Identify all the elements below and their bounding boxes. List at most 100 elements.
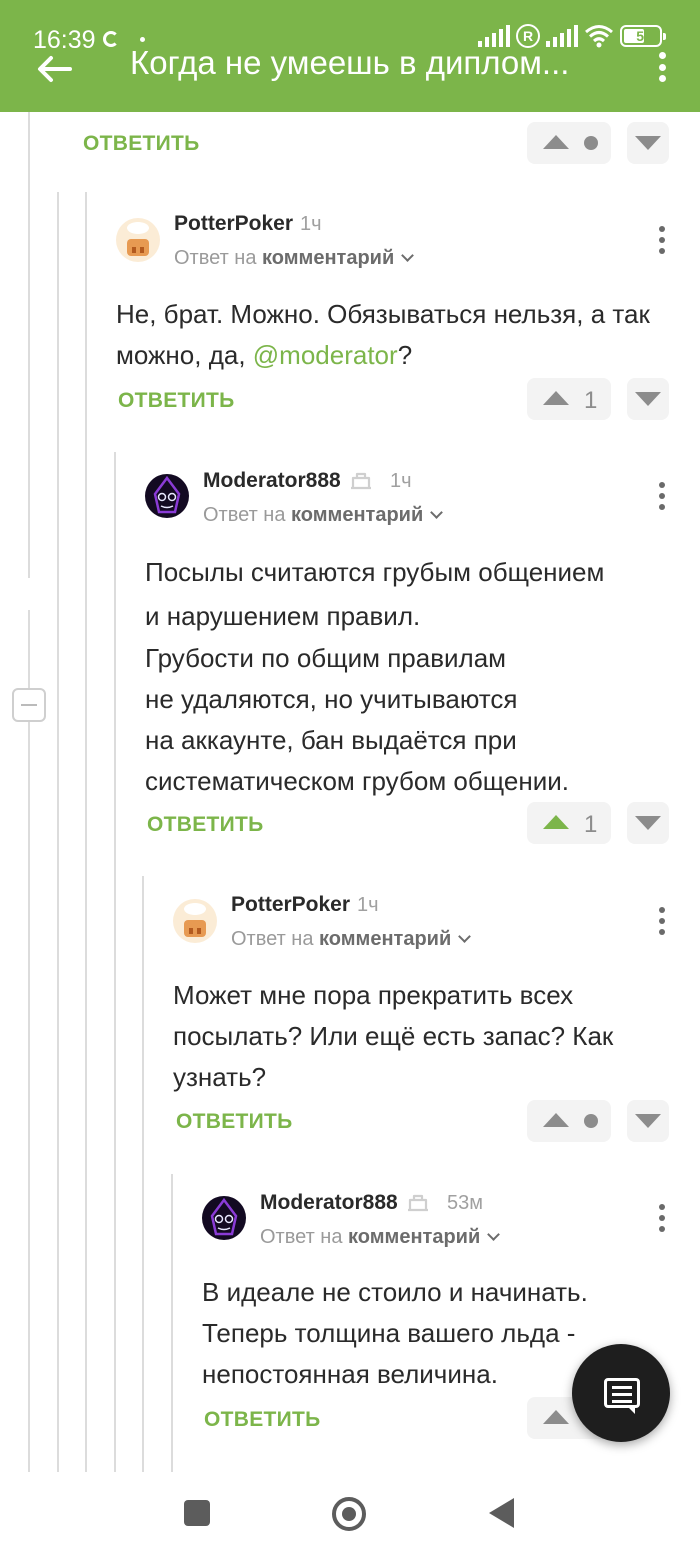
upvote-button[interactable] bbox=[527, 122, 611, 164]
comment-text: Посылы считаются грубым общением и наруш… bbox=[145, 550, 685, 802]
comment-author[interactable]: Moderator888 bbox=[203, 469, 341, 493]
comment-time: 1ч bbox=[390, 470, 412, 492]
reply-to-prefix: Ответ на bbox=[203, 504, 286, 526]
rating-value: 1 bbox=[584, 811, 598, 838]
collapse-thread-button[interactable] bbox=[12, 688, 46, 722]
rating-dot bbox=[584, 1114, 598, 1128]
comment-icon bbox=[604, 1378, 640, 1414]
arrow-up-icon bbox=[543, 391, 569, 405]
battery-level: 54 bbox=[636, 28, 652, 44]
avatar[interactable] bbox=[202, 1196, 246, 1240]
chevron-down-icon bbox=[401, 249, 415, 262]
thread-line bbox=[142, 876, 144, 1472]
comment-time: 53м bbox=[447, 1192, 483, 1214]
reply-to-prefix: Ответ на bbox=[260, 1226, 343, 1248]
status-time: 16:39 bbox=[33, 26, 96, 54]
comment-line: систематическом грубом общении. bbox=[145, 766, 569, 796]
avatar[interactable] bbox=[116, 218, 160, 262]
reply-button[interactable]: ОТВЕТИТЬ bbox=[147, 813, 264, 837]
comment-menu-icon[interactable] bbox=[659, 482, 667, 510]
arrow-up-icon bbox=[543, 1410, 569, 1424]
vote-up-box: 1 bbox=[527, 802, 611, 844]
back-icon[interactable] bbox=[489, 1498, 514, 1528]
top-app-bar: 16:39 R 54 Когда не умеешь в диплом... bbox=[0, 0, 700, 112]
avatar[interactable] bbox=[173, 899, 217, 943]
comment-menu-icon[interactable] bbox=[659, 226, 667, 254]
comment-line: на аккаунте, бан выдаётся при bbox=[145, 725, 517, 755]
notification-dot-icon bbox=[140, 37, 145, 42]
downvote-button[interactable] bbox=[627, 1100, 669, 1142]
comment-text: Не, брат. Можно. Обязываться нельзя, а т… bbox=[116, 299, 650, 370]
upvote-button[interactable] bbox=[527, 1100, 611, 1142]
thread-line bbox=[28, 112, 30, 578]
write-comment-button[interactable] bbox=[572, 1344, 670, 1442]
thread-line bbox=[171, 1174, 173, 1472]
reply-to-prefix: Ответ на bbox=[174, 247, 257, 269]
page-title: Когда не умеешь в диплом... bbox=[130, 44, 570, 81]
comment-line: В идеале не стоило и начинать. bbox=[202, 1277, 588, 1307]
downvote-button[interactable] bbox=[627, 378, 669, 420]
comment-author[interactable]: Moderator888 bbox=[260, 1191, 398, 1215]
kebab-menu-icon[interactable] bbox=[656, 52, 668, 82]
comment-line: Грубости по общим правилам bbox=[145, 643, 507, 673]
vote-up-box bbox=[527, 1100, 611, 1142]
comment-text: Может мне пора прекратить всех посылать?… bbox=[173, 975, 683, 1098]
arrow-down-icon bbox=[635, 816, 661, 830]
reply-to-link[interactable]: Ответ на комментарий bbox=[231, 928, 472, 951]
rating-value: 1 bbox=[584, 387, 598, 414]
arrow-down-icon bbox=[635, 392, 661, 406]
arrow-up-icon bbox=[543, 815, 569, 829]
arrow-up-icon bbox=[543, 1113, 569, 1127]
vote-up-box bbox=[527, 122, 611, 164]
upvote-button[interactable]: 1 bbox=[527, 802, 611, 844]
comment-menu-icon[interactable] bbox=[659, 1204, 667, 1232]
reply-button[interactable]: ОТВЕТИТЬ bbox=[204, 1408, 321, 1432]
avatar[interactable] bbox=[145, 474, 189, 518]
comment-time: 1ч bbox=[357, 894, 379, 916]
comment-author[interactable]: PotterPoker bbox=[174, 212, 293, 236]
reply-to-target: комментарий bbox=[348, 1226, 481, 1248]
downvote-button[interactable] bbox=[627, 122, 669, 164]
comment-line: Посылы считаются грубым общением bbox=[145, 557, 605, 587]
vote-up-box: 1 bbox=[527, 378, 611, 420]
upvote-button[interactable]: 1 bbox=[527, 378, 611, 420]
reply-button[interactable]: ОТВЕТИТЬ bbox=[118, 389, 235, 413]
reply-to-link[interactable]: Ответ на комментарий bbox=[260, 1226, 501, 1249]
thread-line bbox=[28, 610, 30, 1472]
battery-icon: 54 bbox=[620, 25, 666, 47]
comment-menu-icon[interactable] bbox=[659, 907, 667, 935]
reply-to-prefix: Ответ на bbox=[231, 928, 314, 950]
reply-button[interactable]: ОТВЕТИТЬ bbox=[83, 132, 200, 156]
comment-line: узнать? bbox=[173, 1062, 267, 1092]
thread-line bbox=[85, 192, 87, 1472]
comment-line: Может мне пора прекратить всех bbox=[173, 980, 574, 1010]
arrow-down-icon bbox=[635, 136, 661, 150]
downvote-button[interactable] bbox=[627, 802, 669, 844]
reply-to-target: комментарий bbox=[262, 247, 395, 269]
chevron-down-icon bbox=[430, 506, 444, 519]
recent-apps-icon[interactable] bbox=[184, 1500, 210, 1526]
reply-to-link[interactable]: Ответ на комментарий bbox=[203, 504, 444, 527]
moderator-badge-icon bbox=[408, 1194, 428, 1212]
comment-line: не удаляются, но учитываются bbox=[145, 684, 518, 714]
system-nav-bar bbox=[0, 1472, 700, 1556]
comment-line: посылать? Или ещё есть запас? Как bbox=[173, 1021, 614, 1051]
dnd-icon bbox=[103, 31, 119, 47]
reply-to-target: комментарий bbox=[319, 928, 452, 950]
thread-line bbox=[114, 452, 116, 1472]
arrow-up-icon bbox=[543, 135, 569, 149]
arrow-left-icon[interactable] bbox=[36, 54, 72, 84]
comments-thread: ОТВЕТИТЬ PotterPoker 1ч Ответ на коммент… bbox=[0, 112, 700, 1472]
reply-to-link[interactable]: Ответ на комментарий bbox=[174, 247, 415, 270]
thread-line bbox=[57, 192, 59, 1472]
home-icon[interactable] bbox=[332, 1497, 366, 1531]
rating-dot bbox=[584, 136, 598, 150]
reply-to-target: комментарий bbox=[291, 504, 424, 526]
chevron-down-icon bbox=[487, 1228, 501, 1241]
mention-link[interactable]: @moderator bbox=[253, 340, 398, 370]
reply-button[interactable]: ОТВЕТИТЬ bbox=[176, 1110, 293, 1134]
chevron-down-icon bbox=[458, 930, 472, 943]
arrow-down-icon bbox=[635, 1114, 661, 1128]
moderator-badge-icon bbox=[351, 472, 371, 490]
comment-author[interactable]: PotterPoker bbox=[231, 893, 350, 917]
